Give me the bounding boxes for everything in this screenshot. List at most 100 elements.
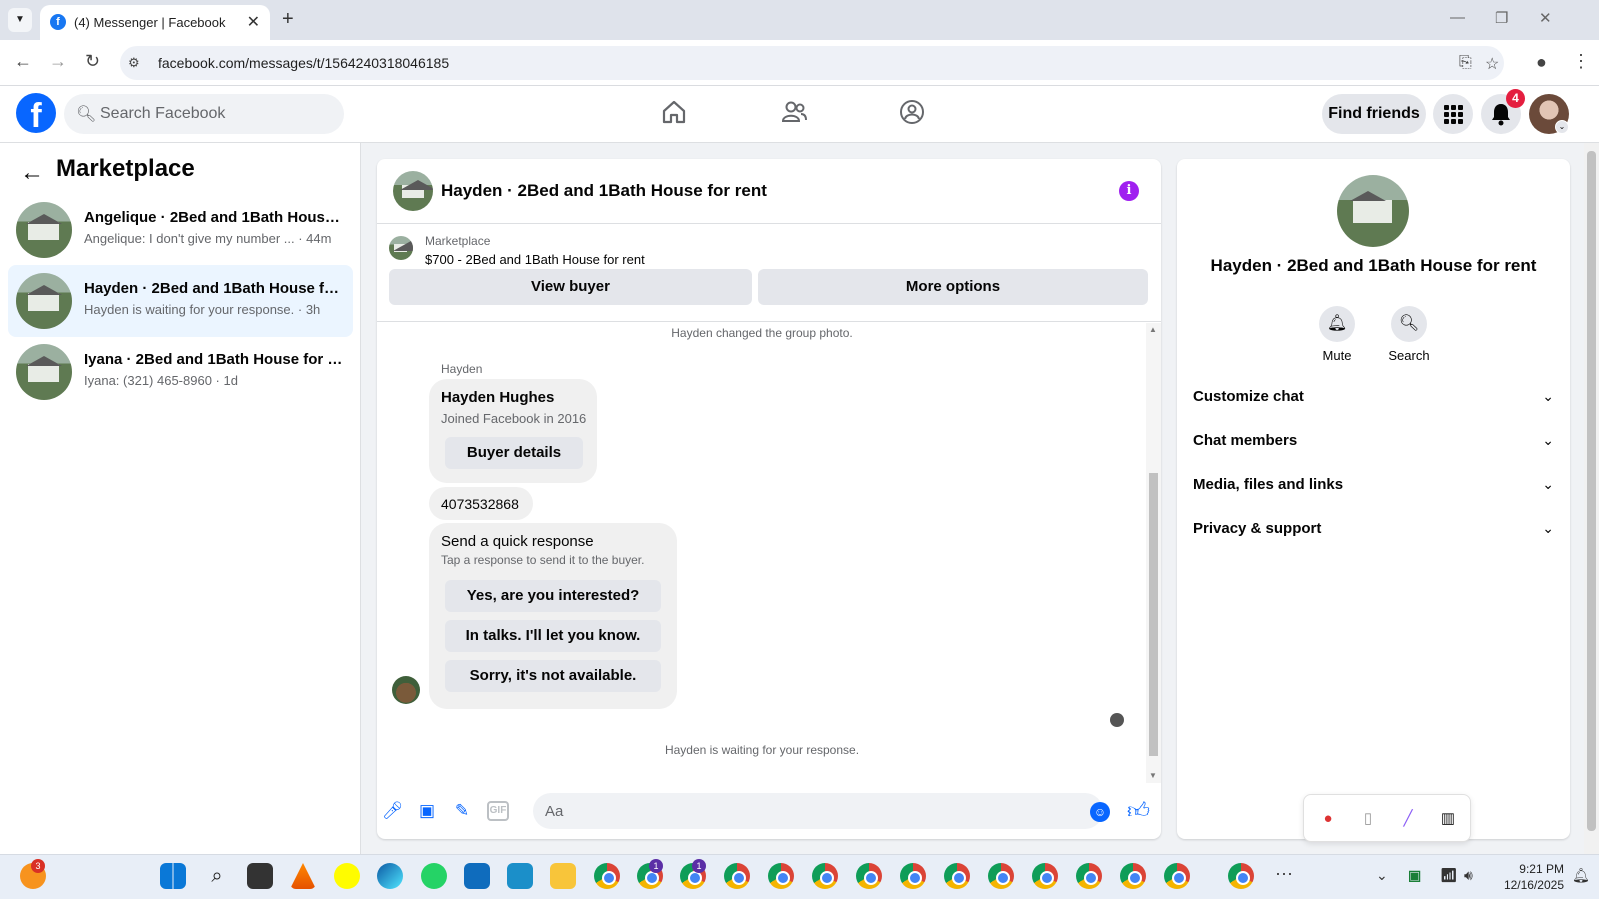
attach-photo-icon[interactable]: ▣ <box>417 801 437 821</box>
chat-title[interactable]: Hayden · 2Bed and 1Bath House for rent <box>441 181 767 201</box>
chevron-up-icon[interactable]: ⌄ <box>1376 867 1388 884</box>
whatsapp-icon[interactable] <box>421 863 447 889</box>
chat-scroll-thumb[interactable] <box>1149 473 1158 756</box>
conversation-item-active[interactable]: Hayden · 2Bed and 1Bath House for rent H… <box>8 265 353 337</box>
home-icon[interactable] <box>660 98 688 126</box>
install-app-icon[interactable]: ⎘ <box>1459 54 1472 72</box>
chrome-icon[interactable] <box>1032 863 1058 889</box>
customize-chat-section[interactable]: Customize chat ⌄ <box>1193 378 1554 418</box>
new-tab-icon[interactable]: + <box>282 8 294 31</box>
edge-icon[interactable] <box>377 863 403 889</box>
info-icon[interactable]: i <box>1119 181 1139 201</box>
audio-meter-icon[interactable]: ▥ <box>1438 809 1458 829</box>
section-label: Customize chat <box>1193 388 1304 405</box>
thumbs-up-icon[interactable]: 👍︎ <box>1127 797 1150 824</box>
notification-bell-icon[interactable]: 🔔︎ <box>1572 867 1590 884</box>
chrome-icon[interactable] <box>812 863 838 889</box>
omnibox[interactable]: ⚙ facebook.com/messages/t/15642403180461… <box>120 46 1504 80</box>
page-scrollbar[interactable] <box>1584 143 1599 854</box>
app-tray-icon[interactable]: ▣ <box>1408 867 1421 884</box>
back-icon[interactable]: ← <box>14 51 32 72</box>
microphone-icon[interactable]: 🎤︎ <box>382 801 404 821</box>
sticker-icon[interactable]: ✎ <box>452 801 472 821</box>
file-explorer-icon[interactable] <box>550 863 576 889</box>
chrome-icon[interactable] <box>900 863 926 889</box>
store-icon[interactable] <box>464 863 490 889</box>
chrome-icon[interactable] <box>944 863 970 889</box>
more-apps-icon[interactable]: ··· <box>1275 863 1293 884</box>
snapchat-icon[interactable] <box>334 863 360 889</box>
task-view-icon[interactable] <box>247 863 273 889</box>
close-tab-icon[interactable]: ✕ <box>247 12 260 32</box>
browser-tab-messenger[interactable]: f (4) Messenger | Facebook ✕ <box>40 5 270 40</box>
usb-drive-icon[interactable]: ▯ <box>1358 809 1378 829</box>
chrome-icon[interactable] <box>856 863 882 889</box>
message-input[interactable] <box>533 793 1103 829</box>
chat-thumbnail[interactable] <box>393 171 433 211</box>
emoji-icon[interactable]: ☺ <box>1090 802 1110 822</box>
buyer-details-button[interactable]: Buyer details <box>445 437 583 469</box>
back-arrow-icon[interactable]: ← <box>20 159 44 187</box>
url-text[interactable]: facebook.com/messages/t/1564240318046185 <box>158 55 449 71</box>
quick-response-yes-button[interactable]: Yes, are you interested? <box>445 580 661 612</box>
sender-avatar[interactable] <box>392 676 420 704</box>
forward-icon[interactable]: → <box>49 51 67 72</box>
quick-response-not-available-button[interactable]: Sorry, it's not available. <box>445 660 661 692</box>
quick-response-in-talks-button[interactable]: In talks. I'll let you know. <box>445 620 661 652</box>
scroll-up-icon[interactable]: ▲ <box>1149 325 1157 334</box>
page-scroll-thumb[interactable] <box>1587 151 1596 831</box>
chevron-down-icon[interactable]: ⌄ <box>1555 120 1569 134</box>
chrome-icon[interactable] <box>988 863 1014 889</box>
facebook-search[interactable]: 🔍︎ <box>64 94 344 134</box>
reload-icon[interactable]: ↻ <box>85 51 100 72</box>
facebook-logo-icon[interactable]: f <box>16 93 56 135</box>
chat-photo[interactable] <box>1337 175 1409 247</box>
mute-action[interactable]: 🔔︎ Mute <box>1307 306 1367 363</box>
color-app-icon[interactable]: ● <box>1318 809 1338 829</box>
minimize-icon[interactable]: — <box>1450 9 1465 26</box>
chrome-icon[interactable] <box>594 863 620 889</box>
buyer-name: Hayden Hughes <box>441 389 555 406</box>
close-window-icon[interactable]: ✕ <box>1539 9 1552 27</box>
listing-title[interactable]: $700 - 2Bed and 1Bath House for rent <box>425 252 645 267</box>
phone-number-text[interactable]: 4073532868 <box>441 496 519 512</box>
restore-icon[interactable]: ❐ <box>1495 9 1508 27</box>
privacy-support-section[interactable]: Privacy & support ⌄ <box>1193 510 1554 550</box>
chrome-icon[interactable] <box>724 863 750 889</box>
chrome-icon[interactable] <box>1120 863 1146 889</box>
scroll-down-icon[interactable]: ▼ <box>1149 771 1157 780</box>
search-action[interactable]: 🔍︎ Search <box>1379 306 1439 363</box>
browser-menu-icon[interactable]: ⋮ <box>1572 51 1590 72</box>
chrome-icon[interactable] <box>1164 863 1190 889</box>
chrome-icon[interactable] <box>1076 863 1102 889</box>
volume-icon[interactable]: 🔊︎ <box>1464 867 1473 884</box>
remote-desktop-icon[interactable] <box>507 863 533 889</box>
windows-start-icon[interactable] <box>160 863 186 889</box>
more-options-button[interactable]: More options <box>758 269 1148 305</box>
chrome-icon[interactable] <box>1228 863 1254 889</box>
media-files-links-section[interactable]: Media, files and links ⌄ <box>1193 466 1554 506</box>
find-friends-button[interactable]: Find friends <box>1322 94 1426 134</box>
quick-response-bubble: Send a quick response Tap a response to … <box>429 523 677 709</box>
bookmark-star-icon[interactable]: ☆ <box>1485 54 1499 74</box>
search-icon[interactable]: ⌕ <box>204 863 230 889</box>
wifi-icon[interactable]: 📶︎ <box>1440 867 1458 884</box>
menu-button[interactable] <box>1433 94 1473 134</box>
chat-members-section[interactable]: Chat members ⌄ <box>1193 422 1554 462</box>
gif-icon[interactable]: GIF <box>487 801 509 821</box>
conversation-item[interactable]: Angelique · 2Bed and 1Bath House for ren… <box>8 194 353 266</box>
friends-icon[interactable] <box>780 98 808 126</box>
profile-icon[interactable]: ● <box>1536 52 1547 73</box>
listing-thumbnail[interactable] <box>389 236 413 260</box>
conversation-item[interactable]: Iyana · 2Bed and 1Bath House for rent Iy… <box>8 336 353 408</box>
groups-icon[interactable] <box>898 98 926 126</box>
chrome-icon[interactable] <box>768 863 794 889</box>
system-clock[interactable]: 9:21 PM 12/16/2025 <box>1494 861 1564 893</box>
chat-scrollbar[interactable]: ▲ ▼ <box>1146 323 1161 783</box>
vlc-icon[interactable] <box>290 863 316 889</box>
view-buyer-button[interactable]: View buyer <box>389 269 752 305</box>
site-settings-icon[interactable]: ⚙ <box>128 55 140 71</box>
pen-icon[interactable]: ╱ <box>1398 809 1418 829</box>
search-input[interactable] <box>100 94 330 134</box>
tab-list-button[interactable]: ▼ <box>8 8 32 32</box>
